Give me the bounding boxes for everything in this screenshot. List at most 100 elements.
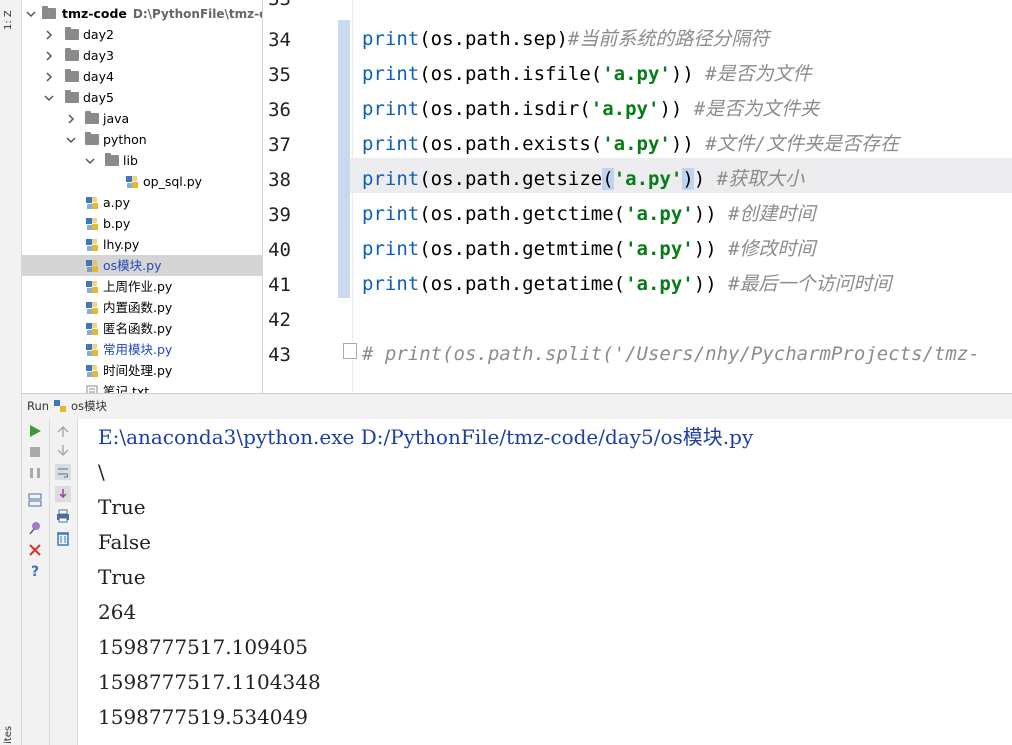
tree-file-os-module[interactable]: os模块.py [22, 255, 262, 276]
tree-folder-day5[interactable]: day5 [22, 87, 262, 108]
print-icon[interactable] [55, 508, 71, 524]
line-number: 40 [268, 239, 291, 261]
tree-label: os模块.py [103, 258, 162, 273]
arrow-down-icon[interactable] [55, 443, 71, 459]
soft-wrap-icon[interactable] [55, 464, 71, 480]
tree-folder-day2[interactable]: day2 [22, 24, 262, 45]
code-string: 'a.py' [625, 203, 694, 225]
fold-icon[interactable] [343, 343, 357, 359]
root-path: D:\PythonFile\tmz-code [132, 7, 262, 21]
chevron-right-icon[interactable] [44, 30, 54, 40]
help-icon[interactable]: ? [27, 564, 43, 580]
code-string: 'a.py' [602, 63, 671, 85]
tree-folder-day4[interactable]: day4 [22, 66, 262, 87]
code-token: (os.path.getatime( [419, 273, 626, 295]
code-token: print [362, 28, 420, 50]
folder-icon [42, 6, 56, 19]
code-token: (os.path.getctime( [419, 203, 626, 225]
matched-bracket: ( [602, 168, 614, 190]
python-file-icon [86, 239, 98, 251]
tree-file-last-week-homework[interactable]: 上周作业.py [22, 276, 262, 297]
arrow-up-icon[interactable] [55, 423, 71, 439]
run-console[interactable]: E:\anaconda3\python.exe D:/PythonFile/tm… [78, 419, 1012, 745]
left-tool-strip: 1: Z ites [0, 0, 22, 745]
tree-file-lhy[interactable]: lhy.py [22, 234, 262, 255]
code-line-43: # print(os.path.split('/Users/nhy/Pychar… [362, 337, 980, 372]
chevron-right-icon[interactable] [44, 51, 54, 61]
code-token: )) [659, 98, 694, 120]
line-number: 39 [268, 204, 291, 226]
code-token: )) [670, 63, 706, 85]
pause-icon[interactable] [27, 465, 43, 481]
folder-icon [105, 153, 119, 166]
code-comment: #文件/文件夹是否存在 [705, 133, 900, 155]
tree-file-b[interactable]: b.py [22, 213, 262, 234]
console-output-line: 264 [98, 600, 137, 624]
tree-folder-java[interactable]: java [22, 108, 262, 129]
tree-file-notes[interactable]: 笔记.txt [22, 381, 262, 393]
project-tool-tab[interactable]: 1: Z [3, 2, 17, 30]
tree-file-builtins[interactable]: 内置函数.py [22, 297, 262, 318]
changed-lines-marker[interactable] [338, 20, 350, 298]
run-tab-os-module[interactable]: os模块 [71, 394, 107, 418]
stop-icon[interactable] [27, 444, 43, 460]
python-file-icon [86, 218, 98, 230]
code-token: print [362, 273, 420, 295]
rerun-icon[interactable] [27, 423, 43, 439]
code-comment: #最后一个访问时间 [728, 273, 892, 295]
chevron-right-icon[interactable] [66, 114, 76, 124]
pin-icon[interactable] [27, 520, 43, 536]
tree-label: java [103, 111, 130, 126]
python-file-icon [86, 323, 98, 335]
code-line-37: print(os.path.exists('a.py')) #文件/文件夹是否存… [362, 127, 899, 162]
code-string: 'a.py' [625, 238, 694, 260]
run-label: Run [27, 399, 50, 413]
favorites-tool-tab[interactable]: ites [3, 718, 17, 744]
code-comment: #创建时间 [728, 203, 816, 225]
tree-label: 常用模块.py [103, 342, 173, 357]
console-output-line: \ [98, 460, 105, 484]
code-token: (os.path.getsize [419, 168, 603, 190]
python-file-icon [54, 400, 66, 412]
tree-folder-lib[interactable]: lib [22, 150, 262, 171]
tree-file-op-sql[interactable]: op_sql.py [22, 171, 262, 192]
tree-label: python [103, 132, 147, 147]
matched-bracket: ) [682, 168, 694, 190]
folder-icon [65, 27, 79, 40]
tree-file-common-modules[interactable]: 常用模块.py [22, 339, 262, 360]
tree-label: op_sql.py [143, 174, 203, 189]
close-icon[interactable] [27, 542, 43, 558]
console-output-line: True [98, 495, 146, 519]
tree-root[interactable]: tmz-code D:\PythonFile\tmz-code [22, 3, 262, 24]
code-comment: #当前系统的路径分隔符 [567, 28, 770, 50]
layout-icon[interactable] [27, 492, 43, 508]
tree-file-lambda[interactable]: 匿名函数.py [22, 318, 262, 339]
chevron-down-icon[interactable] [44, 93, 54, 103]
code-comment: #是否为文件 [705, 63, 812, 85]
fold-guide [352, 0, 353, 393]
python-file-icon [86, 197, 98, 209]
code-line-39: print(os.path.getctime('a.py')) #创建时间 [362, 197, 816, 232]
line-number: 38 [268, 169, 291, 191]
scroll-to-end-icon[interactable] [55, 486, 71, 502]
trash-icon[interactable] [55, 530, 71, 546]
code-token: ) [693, 168, 717, 190]
tree-label: day2 [83, 27, 114, 42]
python-file-icon [86, 302, 98, 314]
chevron-down-icon[interactable] [85, 156, 95, 166]
text-file-icon [86, 385, 98, 393]
tree-folder-day3[interactable]: day3 [22, 45, 262, 66]
line-number: 41 [268, 274, 291, 296]
chevron-down-icon[interactable] [26, 9, 36, 19]
chevron-down-icon[interactable] [66, 135, 76, 145]
tree-file-a[interactable]: a.py [22, 192, 262, 213]
console-output-line: 1598777517.1104348 [98, 670, 321, 694]
code-editor[interactable]: 33 34 35 36 37 38 39 40 41 42 43 print(o… [263, 0, 1012, 393]
line-number: 34 [268, 29, 291, 51]
chevron-right-icon[interactable] [44, 72, 54, 82]
tree-file-time-handling[interactable]: 时间处理.py [22, 360, 262, 381]
console-output-line: True [98, 565, 146, 589]
tree-label: lib [123, 153, 138, 168]
tree-folder-python[interactable]: python [22, 129, 262, 150]
code-string: 'a.py' [602, 133, 671, 155]
